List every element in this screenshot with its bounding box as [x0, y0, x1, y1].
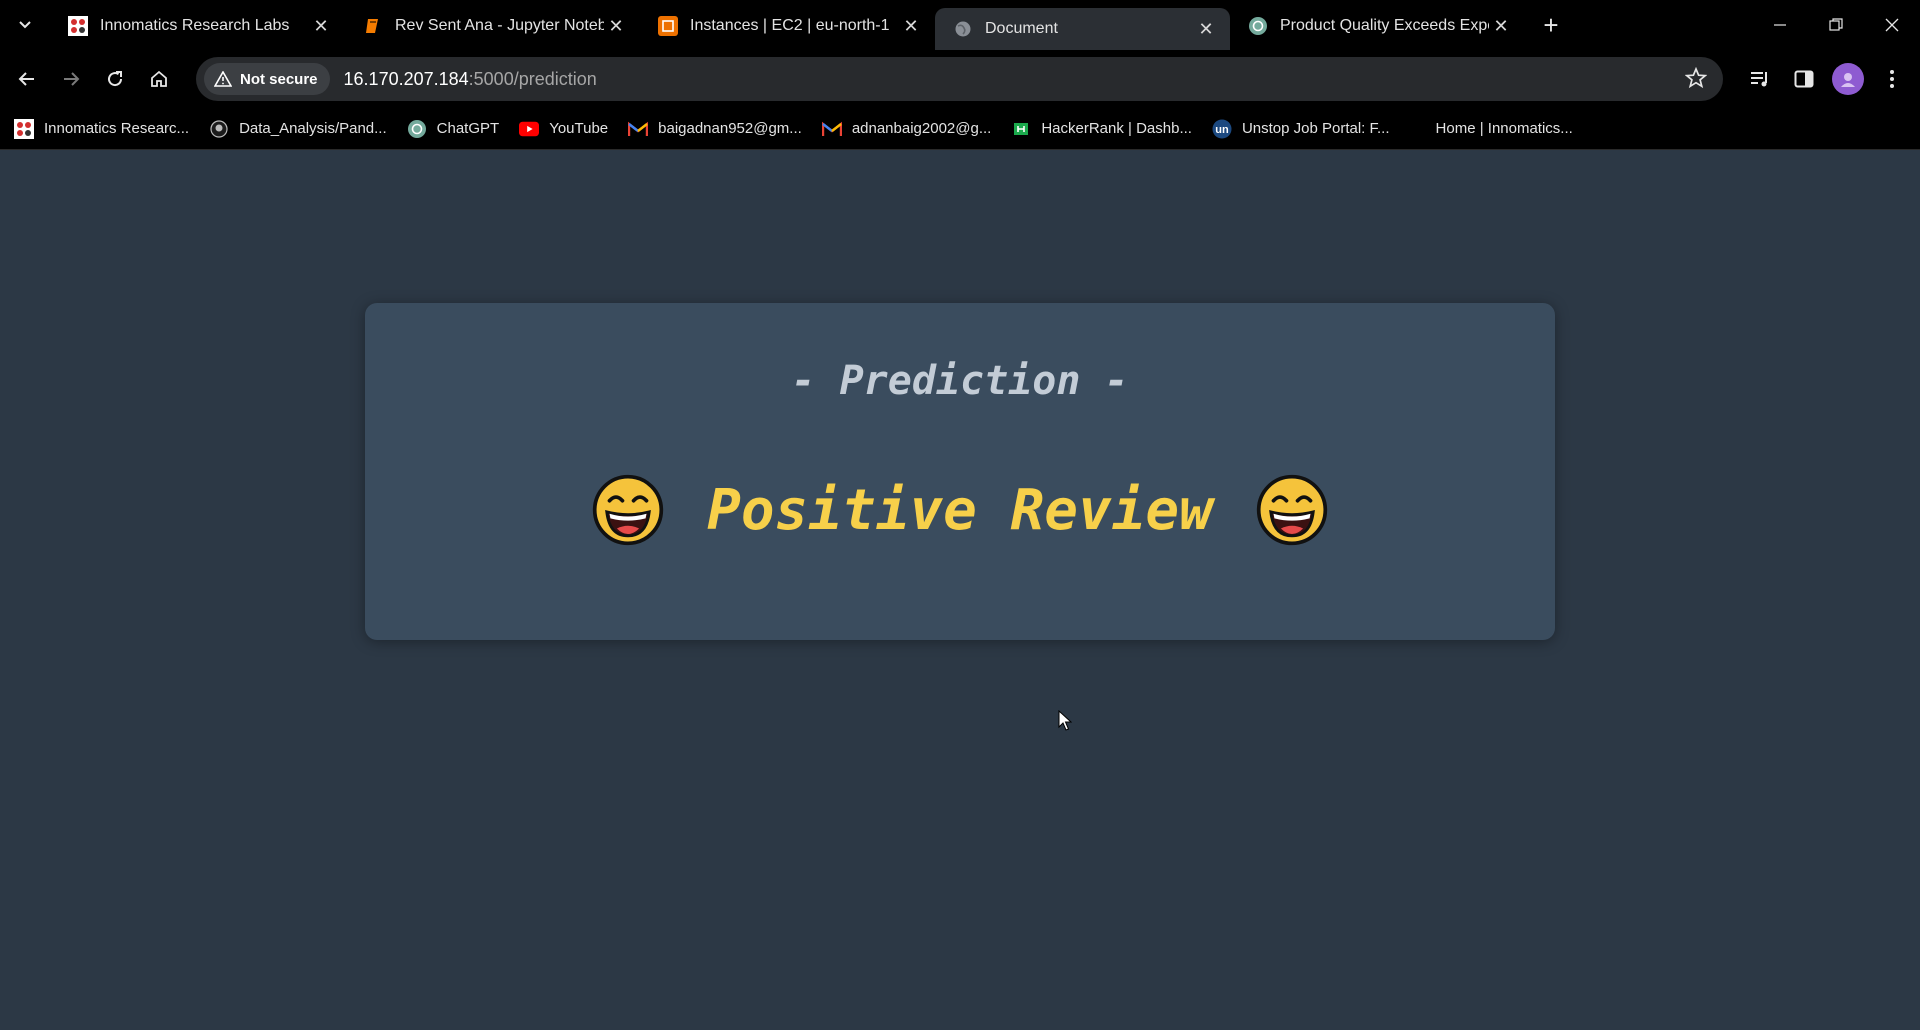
bookmark-chatgpt[interactable]: ChatGPT [407, 119, 500, 139]
github-icon [209, 119, 229, 139]
close-icon[interactable]: ✕ [604, 14, 628, 38]
avatar [1832, 63, 1864, 95]
tab-strip: Innomatics Research Labs ✕ Rev Sent Ana … [0, 0, 1920, 50]
star-icon [1684, 66, 1708, 89]
security-chip[interactable]: Not secure [204, 63, 330, 95]
tab-jupyter[interactable]: Rev Sent Ana - Jupyter Notebook ✕ [345, 7, 640, 45]
grinning-face-icon [1256, 474, 1328, 546]
user-icon [1841, 73, 1855, 87]
tab-document[interactable]: Document ✕ [935, 8, 1230, 50]
arrow-left-icon [18, 72, 34, 86]
tab-ec2[interactable]: Instances | EC2 | eu-north-1 ✕ [640, 7, 935, 45]
url-path: :5000/prediction [468, 68, 597, 89]
home-button[interactable] [137, 57, 181, 101]
youtube-icon [519, 119, 540, 139]
bookmark-github[interactable]: Data_Analysis/Pand... [209, 119, 387, 139]
innomatics-icon [68, 16, 88, 36]
chatgpt-icon [1248, 16, 1268, 36]
bookmark-gmail-1[interactable]: baigadnan952@gm... [628, 119, 802, 139]
prediction-card: - Prediction - Positive Review [365, 303, 1555, 640]
bookmark-gmail-2[interactable]: adnanbaig2002@g... [821, 119, 992, 139]
minimize-icon [1774, 24, 1786, 26]
svg-text:un: un [1215, 124, 1229, 136]
arrow-right-icon [64, 72, 80, 86]
tab-innomatics[interactable]: Innomatics Research Labs ✕ [50, 7, 345, 45]
menu-button[interactable] [1870, 57, 1914, 101]
aws-ec2-icon [658, 16, 678, 36]
mouse-cursor-icon [1058, 710, 1072, 731]
bookmarks-bar: Innomatics Researc... Data_Analysis/Pand… [0, 108, 1920, 150]
back-button[interactable] [5, 57, 49, 101]
address-bar[interactable]: Not secure 16.170.207.184:5000/predictio… [196, 57, 1723, 101]
home-icon [151, 70, 167, 87]
bookmark-unstop[interactable]: un Unstop Job Portal: F... [1212, 119, 1390, 139]
url-host: 16.170.207.184 [343, 68, 469, 89]
bookmark-youtube[interactable]: YouTube [519, 119, 608, 139]
result-row: Positive Review [365, 473, 1555, 547]
more-vertical-icon [1890, 70, 1894, 88]
tab-title: Product Quality Exceeds Expectations [1280, 17, 1489, 34]
hackerrank-icon [1011, 119, 1031, 139]
jupyter-icon [363, 16, 383, 36]
bookmark-label: adnanbaig2002@g... [851, 120, 992, 137]
innomatics-icon [14, 118, 34, 139]
side-panel-button[interactable] [1782, 57, 1826, 101]
bookmark-hackerrank[interactable]: HackerRank | Dashb... [1011, 119, 1192, 139]
close-icon[interactable]: ✕ [309, 14, 333, 38]
close-icon[interactable]: ✕ [1489, 14, 1513, 38]
gmail-icon [628, 119, 649, 139]
plus-icon: + [1543, 9, 1559, 40]
bookmark-label: ChatGPT [436, 120, 500, 137]
close-icon[interactable]: ✕ [899, 14, 923, 38]
window-controls [1752, 0, 1920, 50]
tab-title: Instances | EC2 | eu-north-1 [690, 17, 890, 34]
grinning-face-icon [592, 474, 664, 546]
security-label: Not secure [240, 70, 318, 88]
chatgpt-icon [407, 119, 427, 139]
side-panel-icon [1794, 70, 1814, 88]
url-text[interactable]: 16.170.207.184:5000/prediction [344, 69, 597, 90]
playlist-icon [1751, 72, 1767, 87]
bookmark-innomatics[interactable]: Innomatics Researc... [14, 118, 190, 139]
bookmark-label: Innomatics Researc... [44, 120, 190, 137]
tab-chatgpt[interactable]: Product Quality Exceeds Expectations ✕ [1230, 7, 1525, 45]
unstop-icon: un [1212, 119, 1232, 139]
prediction-heading: - Prediction - [791, 358, 1129, 404]
bookmark-label: baigadnan952@gm... [658, 120, 802, 137]
tab-title: Innomatics Research Labs [100, 17, 290, 34]
restore-button[interactable] [1808, 0, 1864, 50]
toolbar-right [1738, 50, 1920, 108]
globe-icon [953, 19, 973, 39]
chevron-down-icon [19, 21, 31, 29]
restore-icon [1829, 18, 1843, 31]
close-window-button[interactable] [1864, 0, 1920, 50]
gmail-icon [821, 119, 842, 139]
close-icon [1885, 18, 1899, 32]
warning-icon [214, 71, 232, 87]
bookmark-label: Unstop Job Portal: F... [1241, 120, 1390, 137]
bookmark-innomatics-home[interactable]: Home | Innomatics... [1436, 120, 1573, 137]
prediction-result: Positive Review [707, 477, 1213, 543]
reload-icon [108, 71, 123, 87]
new-tab-button[interactable]: + [1529, 3, 1573, 47]
reload-button[interactable] [93, 57, 137, 101]
bookmark-label: Home | Innomatics... [1435, 120, 1573, 137]
profile-button[interactable] [1826, 57, 1870, 101]
minimize-button[interactable] [1752, 0, 1808, 50]
tab-title: Rev Sent Ana - Jupyter Notebook [395, 17, 604, 34]
bookmark-label: Data_Analysis/Pand... [239, 120, 387, 137]
bookmark-star-button[interactable] [1684, 66, 1708, 94]
tab-title: Document [985, 20, 1058, 37]
media-control-button[interactable] [1738, 57, 1782, 101]
bookmark-label: HackerRank | Dashb... [1041, 120, 1192, 137]
bookmark-label: YouTube [549, 120, 609, 137]
close-icon[interactable]: ✕ [1194, 17, 1218, 41]
forward-button[interactable] [49, 57, 93, 101]
tab-search-button[interactable] [0, 0, 50, 50]
page-viewport: - Prediction - Positive Review [0, 151, 1920, 1030]
browser-toolbar: Not secure 16.170.207.184:5000/predictio… [0, 50, 1920, 108]
